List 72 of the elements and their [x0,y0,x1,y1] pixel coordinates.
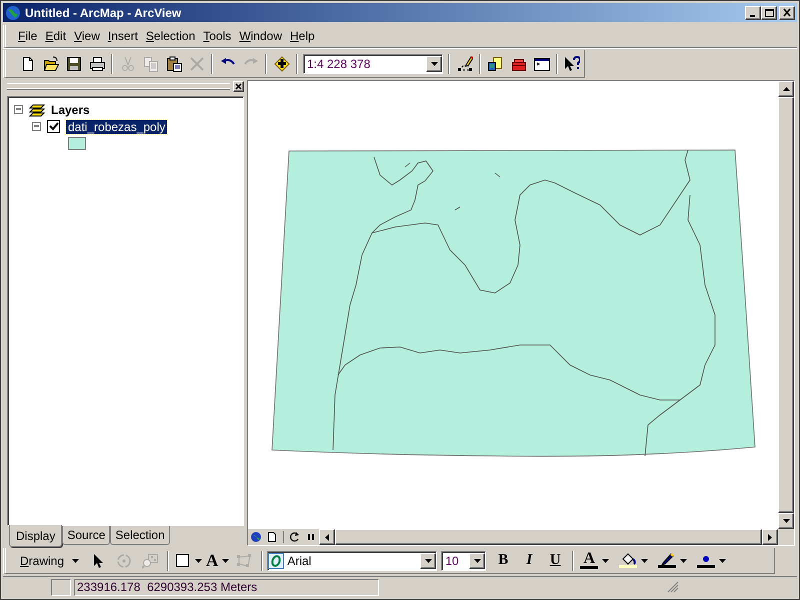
caret-icon[interactable] [602,558,610,562]
data-view-icon[interactable] [250,531,262,543]
caret-icon[interactable] [424,558,432,562]
data-frame-label[interactable]: Layers [51,102,90,116]
pause-icon[interactable] [305,531,317,543]
add-data-icon[interactable] [274,56,290,72]
caret-icon[interactable] [474,558,481,562]
underline-button[interactable]: U [542,552,568,569]
scroll-right-button[interactable] [762,529,778,545]
text-tool-button[interactable]: A [206,550,218,570]
menu-item[interactable]: File [14,27,42,45]
font-size-combo[interactable]: 10 [441,550,486,570]
clipboard-icon[interactable] [166,56,182,72]
refresh-icon[interactable] [289,531,301,543]
font-combo[interactable]: Arial [267,550,438,570]
help-pointer-icon[interactable] [564,56,580,72]
down-arrow-icon[interactable] [782,519,790,523]
minus-icon[interactable] [16,107,21,112]
caret-icon[interactable] [72,558,80,562]
page-icon[interactable] [266,531,278,543]
rectangle-icon[interactable] [175,552,192,568]
minus-icon[interactable] [34,124,39,129]
tab[interactable]: Source [62,526,110,545]
menu-item[interactable]: Insert [104,27,142,45]
menu-item[interactable]: Window [235,27,286,45]
caret-icon[interactable] [222,558,230,562]
font-type-icon [268,552,284,568]
window-icon[interactable] [534,56,550,72]
menu-item[interactable]: Tools [199,27,236,45]
scroll-up-button[interactable] [778,81,794,97]
italic-button[interactable]: I [516,552,542,569]
caret-icon[interactable] [680,558,688,562]
caret-icon[interactable] [719,558,726,562]
caret-icon[interactable] [195,558,202,562]
globe-icon [5,4,21,20]
layers-icon [29,102,45,118]
resize-grip-icon[interactable] [667,581,679,593]
maximize-button[interactable] [761,6,777,20]
menu-item[interactable]: Help [286,27,319,45]
drawing-menu-button[interactable]: Drawing [14,550,86,572]
layer-name[interactable]: dati_robezas_poly [66,120,168,134]
paint-bucket-icon[interactable] [620,553,636,565]
font-color-button[interactable]: A [584,552,596,566]
collapse-button[interactable] [32,122,41,131]
coordinates-readout: 233916.178 6290393.253 Meters [74,578,379,596]
caret-icon[interactable] [430,62,438,66]
menu-item[interactable]: View [70,27,104,45]
right-arrow-icon[interactable] [768,534,772,540]
left-arrow-icon[interactable] [325,534,329,540]
printer-icon[interactable] [88,56,105,72]
minimize-button[interactable] [745,6,761,20]
maximize-icon[interactable] [764,8,774,17]
tab[interactable]: Selection [110,526,170,545]
scroll-left-button[interactable] [319,529,335,545]
collapse-button[interactable] [14,105,23,114]
symbol-swatch[interactable] [68,137,86,150]
pen-icon[interactable] [659,553,676,565]
menu-item[interactable]: Edit [41,27,70,45]
caret-icon[interactable] [641,558,648,562]
pencil-icon[interactable] [456,56,473,72]
up-arrow-icon[interactable] [782,87,790,91]
window-title: Untitled - ArcMap - ArcView [25,6,182,20]
status-panel [51,578,71,596]
scroll-down-button[interactable] [778,513,794,529]
scale-combo[interactable]: 1:4 228 378 [302,54,444,74]
tab[interactable]: Display [9,525,62,547]
database-icon[interactable] [487,56,504,72]
open-folder-icon[interactable] [42,56,59,72]
close-icon[interactable] [782,8,792,17]
menu-item[interactable]: Selection [142,27,200,45]
bold-button[interactable]: B [490,552,516,569]
close-button[interactable] [779,6,795,20]
